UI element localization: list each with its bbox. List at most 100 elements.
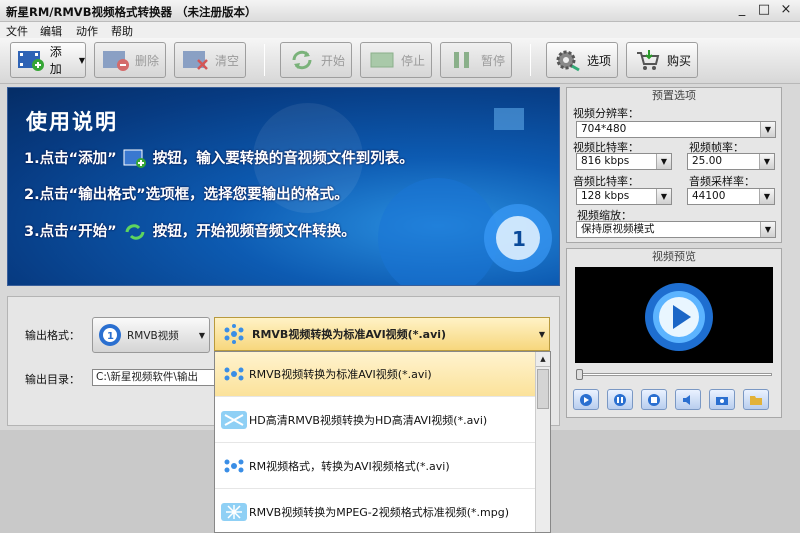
camera-icon <box>716 396 728 405</box>
menu-edit[interactable]: 编辑 <box>40 23 62 39</box>
step-2: 2.点击“输出格式”选项框，选择您要输出的格式。 <box>24 187 349 203</box>
format-dropdown-list[interactable]: RMVB视频转换为标准AVI视频(*.avi) HD高清RMVB视频转换为HD高… <box>214 351 551 533</box>
minimize-button[interactable]: _ <box>732 2 752 19</box>
dots-format-icon <box>224 459 244 473</box>
maximize-button[interactable]: □ <box>754 2 774 19</box>
chevron-down-icon: ▼ <box>760 122 775 137</box>
seek-slider[interactable] <box>576 369 772 380</box>
output-dir-label: 输出目录： <box>25 373 80 386</box>
menu-file[interactable]: 文件 <box>6 23 28 39</box>
seek-handle[interactable] <box>576 369 583 380</box>
menu-bar: 文件 编辑 动作 帮助 <box>0 22 800 38</box>
format-type-select[interactable]: 1 RMVB视频 ▼ <box>92 317 210 353</box>
audio-bitrate-value: 128 kbps <box>581 190 630 202</box>
toolbar-separator <box>264 44 265 76</box>
resolution-label: 视频分辨率： <box>573 107 639 120</box>
add-button[interactable]: 添加 ▼ <box>10 42 86 78</box>
window-title: 新星RM/RMVB视频格式转换器 （未注册版本） <box>6 5 257 19</box>
step-1-text-b: 按钮，输入要转换的音视频文件到列表。 <box>152 151 414 167</box>
sample-rate-label: 音频采样率： <box>689 175 755 188</box>
gear-icon <box>551 47 585 73</box>
close-button[interactable]: × <box>776 2 796 19</box>
stop-icon <box>365 47 399 73</box>
scroll-thumb[interactable] <box>537 369 549 409</box>
format-option[interactable]: HD高清RMVB视频转换为HD高清AVI视频(*.avi) <box>215 398 536 443</box>
menu-help[interactable]: 帮助 <box>111 23 133 39</box>
sample-rate-value: 44100 <box>692 190 726 202</box>
output-format-value: RMVB视频转换为标准AVI视频(*.avi) <box>252 328 447 341</box>
pause-preview-button[interactable] <box>607 389 633 410</box>
speaker-icon <box>683 394 690 405</box>
step-3: 3.点击“开始” 按钮，开始视频音频文件转换。 <box>24 220 356 243</box>
options-label: 选项 <box>587 53 612 68</box>
format-type-icon: 1 <box>99 324 121 346</box>
scale-value: 保持原视频模式 <box>581 223 655 235</box>
format-option[interactable]: RM视频格式，转换为AVI视频格式(*.avi) <box>215 444 536 489</box>
preset-options-panel: 预置选项 视频分辨率： 704*480 ▼ 视频比特率： 视频帧率： 816 kb… <box>566 87 782 243</box>
add-label: 添加 <box>49 45 62 76</box>
format-option-label: HD高清RMVB视频转换为HD高清AVI视频(*.avi) <box>249 414 488 427</box>
output-format-select[interactable]: RMVB视频转换为标准AVI视频(*.avi) ▼ <box>214 317 550 351</box>
hd-format-icon <box>221 411 247 429</box>
step-1: 1.点击“添加” 按钮，输入要转换的音视频文件到列表。 <box>24 147 414 170</box>
toolbar-separator <box>530 44 531 76</box>
stop-button[interactable]: 停止 <box>360 42 432 78</box>
clear-button[interactable]: 清空 <box>174 42 246 78</box>
banner-title: 使用说明 <box>26 110 118 134</box>
format-option[interactable]: RMVB视频转换为标准AVI视频(*.avi) <box>215 352 536 397</box>
chevron-down-icon: ▼ <box>760 222 775 237</box>
sample-rate-select[interactable]: 44100 ▼ <box>687 188 775 205</box>
refresh-icon <box>285 47 319 73</box>
chevron-down-icon: ▼ <box>656 154 671 169</box>
output-format-label: 输出格式： <box>25 329 80 342</box>
pause-label: 暂停 <box>481 53 506 68</box>
mpeg-format-icon <box>221 503 247 521</box>
fps-value: 25.00 <box>692 155 723 167</box>
fps-select[interactable]: 25.00 ▼ <box>687 153 775 170</box>
play-button[interactable] <box>573 389 599 410</box>
video-preview-title: 视频预览 <box>652 250 696 263</box>
cart-icon <box>631 47 665 73</box>
video-screen[interactable] <box>575 267 773 363</box>
delete-label: 删除 <box>135 53 160 68</box>
stop-preview-button[interactable] <box>641 389 667 410</box>
svg-text:1: 1 <box>512 227 526 251</box>
buy-button[interactable]: 购买 <box>626 42 698 78</box>
title-bar: 新星RM/RMVB视频格式转换器 （未注册版本） _ □ × <box>0 0 800 22</box>
folder-icon <box>750 395 762 405</box>
preset-options-title: 预置选项 <box>652 89 696 102</box>
audio-bitrate-select[interactable]: 128 kbps ▼ <box>576 188 672 205</box>
stop-label: 停止 <box>401 53 426 68</box>
pause-icon <box>445 47 479 73</box>
start-button[interactable]: 开始 <box>280 42 352 78</box>
instructions-banner: 1 使用说明 1.点击“添加” 按钮，输入要转换的音视频文件到列表。 2.点击“… <box>7 87 560 286</box>
buy-label: 购买 <box>667 53 692 68</box>
volume-button[interactable] <box>675 389 701 410</box>
chevron-down-icon: ▼ <box>538 329 545 339</box>
resolution-select[interactable]: 704*480 ▼ <box>576 121 776 138</box>
step-1-text-a: 1.点击“添加” <box>24 151 117 167</box>
format-option-label: RMVB视频转换为标准AVI视频(*.avi) <box>249 368 432 381</box>
scroll-up-icon[interactable]: ▲ <box>536 352 550 367</box>
film-clear-icon <box>179 47 213 73</box>
chevron-down-icon: ▼ <box>656 189 671 204</box>
output-dir-field[interactable]: C:\新星视频软件\输出 <box>92 369 216 386</box>
menu-action[interactable]: 动作 <box>76 23 98 39</box>
delete-button[interactable]: 删除 <box>94 42 166 78</box>
step-3-text-b: 按钮，开始视频音频文件转换。 <box>152 224 356 240</box>
open-folder-button[interactable] <box>743 389 769 410</box>
dots-format-icon <box>224 324 244 344</box>
snapshot-button[interactable] <box>709 389 735 410</box>
options-button[interactable]: 选项 <box>546 42 618 78</box>
refresh-icon <box>125 224 145 240</box>
dropdown-arrow-icon[interactable]: ▼ <box>79 56 85 65</box>
dropdown-scrollbar[interactable]: ▲ <box>535 352 550 532</box>
play-logo-icon <box>645 283 713 351</box>
scale-select[interactable]: 保持原视频模式 ▼ <box>576 221 776 238</box>
format-option[interactable]: RMVB视频转换为MPEG-2视频格式标准视频(*.mpg) <box>215 490 536 532</box>
pause-button[interactable]: 暂停 <box>440 42 512 78</box>
film-add-icon <box>123 149 146 168</box>
audio-bitrate-label: 音频比特率： <box>573 175 639 188</box>
video-bitrate-select[interactable]: 816 kbps ▼ <box>576 153 672 170</box>
start-label: 开始 <box>321 53 346 68</box>
